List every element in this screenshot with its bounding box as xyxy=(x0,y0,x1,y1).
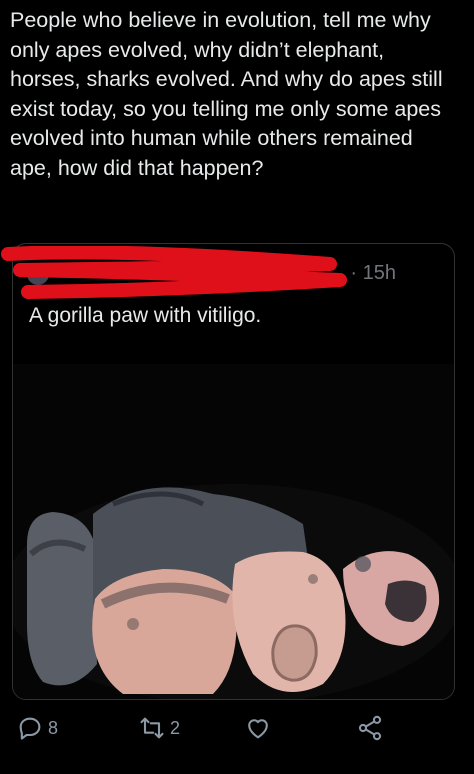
post-text: People who believe in evolution, tell me… xyxy=(10,8,443,180)
heart-icon xyxy=(248,719,268,739)
share-icon xyxy=(358,715,382,741)
quoted-tweet-text: A gorilla paw with vitiligo. xyxy=(29,304,262,327)
reply-icon xyxy=(19,717,41,740)
share-button[interactable] xyxy=(356,711,384,745)
retweet-count: 2 xyxy=(170,717,181,738)
retweet-button[interactable]: 2 xyxy=(138,711,180,745)
quoted-tweet-header: · 15h xyxy=(27,258,440,288)
reply-button[interactable]: 8 xyxy=(16,711,58,745)
reply-count: 8 xyxy=(48,717,59,738)
retweet-icon xyxy=(140,717,164,739)
like-button[interactable] xyxy=(244,711,272,745)
tweet-timestamp[interactable]: · 15h xyxy=(350,258,396,288)
avatar[interactable] xyxy=(27,263,49,285)
quoted-tweet-card[interactable]: · 15h A gorilla paw with vitiligo. xyxy=(12,243,455,700)
tweet-actions: 8 2 xyxy=(0,705,474,751)
gorilla-paw-image[interactable] xyxy=(13,364,454,699)
